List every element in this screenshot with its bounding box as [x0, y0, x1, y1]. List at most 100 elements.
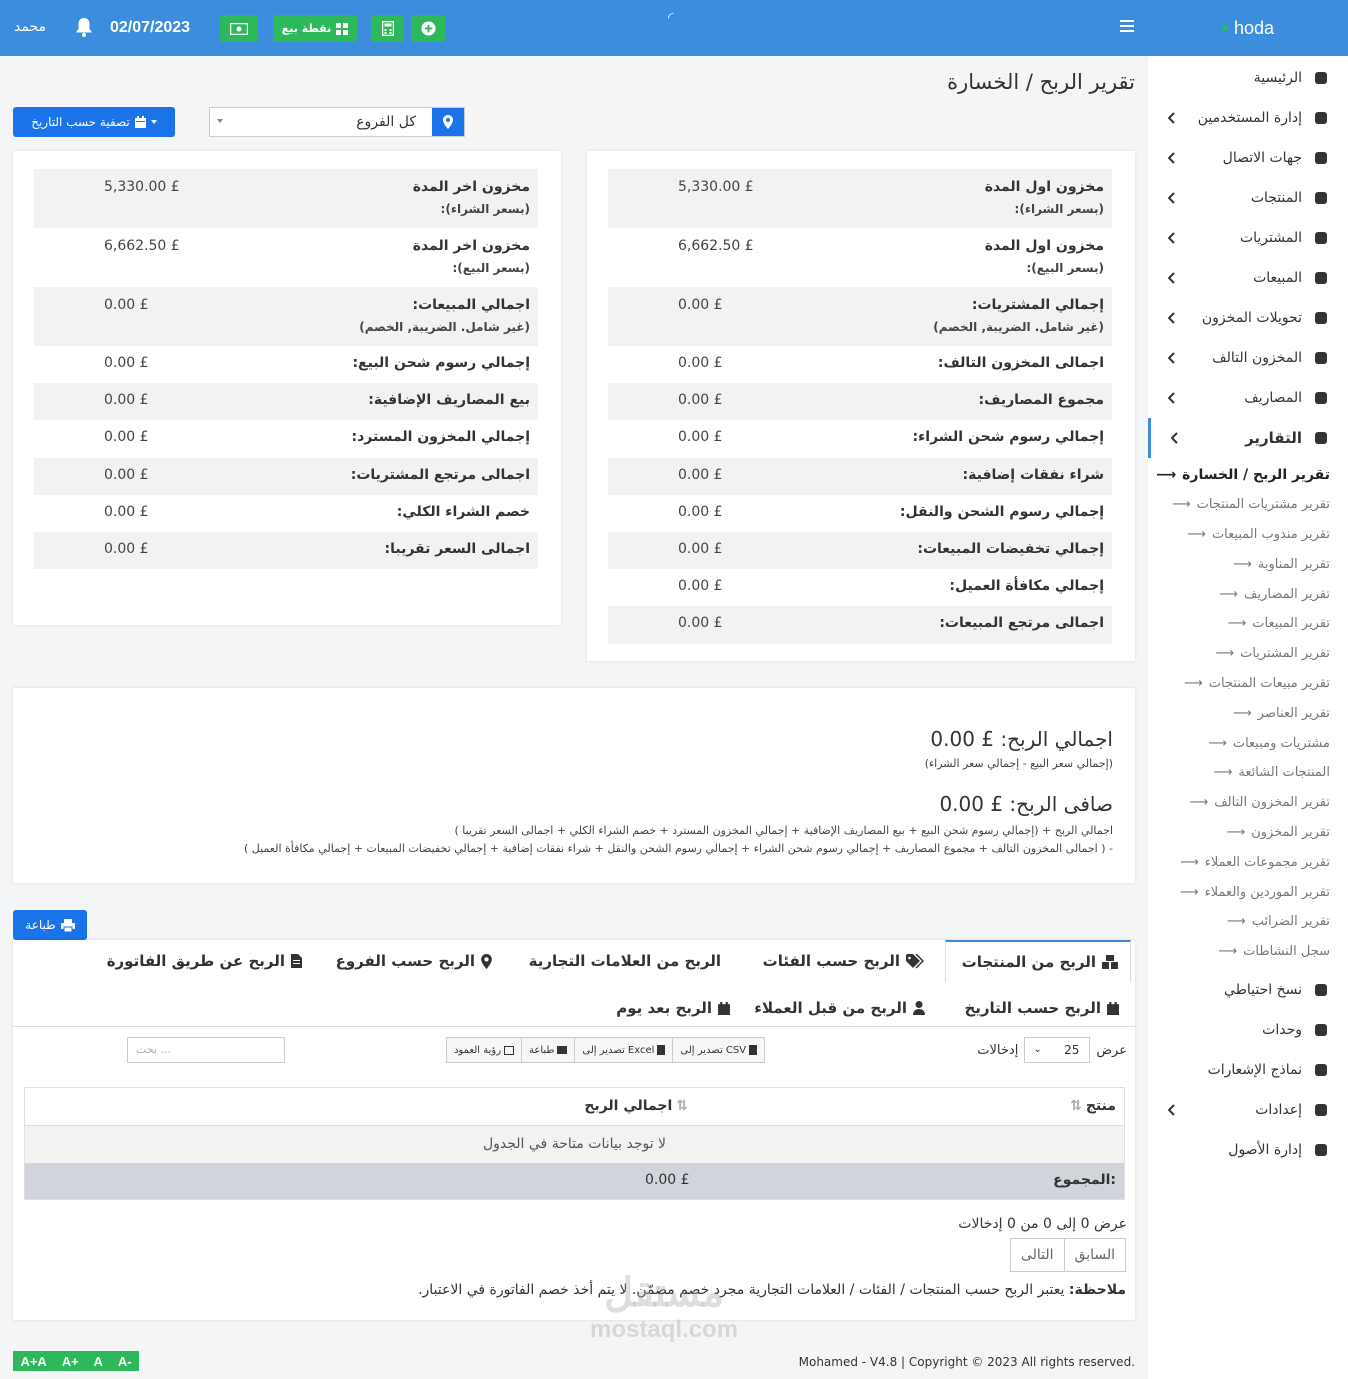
tab-profit-by-date[interactable]: الربح حسب التاريخ — [964, 987, 1119, 1029]
submenu-label: المنتجات الشائعة — [1238, 765, 1330, 781]
sidebar-item[interactable]: الرئيسية — [1148, 58, 1348, 98]
pos-button[interactable]: نقطة بيع — [273, 15, 357, 42]
sidebar-item[interactable]: نماذج الإشعارات — [1148, 1050, 1348, 1090]
reports-submenu-item[interactable]: المنتجات الشائعة ⟶ — [1148, 758, 1348, 788]
copyright: Mohamed - V4.8 | Copyright © 2023 All ri… — [798, 1355, 1135, 1369]
reports-submenu-item[interactable]: تقرير الموردين والعملاء ⟶ — [1148, 877, 1348, 907]
row-label-text: إجمالي رسوم شحن البيع: — [352, 355, 530, 371]
font-size-normal-button[interactable]: A — [94, 1354, 103, 1369]
report-row: اجمالى مرتجع المبيعات: 0.00 £ — [608, 606, 1112, 644]
reports-submenu-item[interactable]: مشتريات ومبيعات ⟶ — [1148, 728, 1348, 758]
bell-icon[interactable] — [74, 16, 94, 38]
export-csv-button[interactable]: تصدير إلى CSV — [673, 1038, 765, 1062]
sidebar-item[interactable]: المنتجات — [1148, 178, 1348, 218]
tab-profit-by-customers[interactable]: الربح من قبل العملاء — [754, 987, 925, 1029]
report-row: مجموع المصاريف: 0.00 £ — [608, 383, 1112, 421]
arrow-left-icon: ⟶ — [1180, 854, 1199, 870]
reports-submenu-item[interactable]: تقرير المصاريف ⟶ — [1148, 579, 1348, 609]
opening-stock-table: مخزون اول المدة (بسعر الشراء): 5,330.00 £ م… — [608, 169, 1112, 644]
cash-register-button[interactable] — [220, 15, 258, 42]
page-title: تقرير الربح / الخسارة — [947, 70, 1135, 94]
font-size-reset-button[interactable]: A+A — [20, 1354, 46, 1369]
calculator-button[interactable] — [371, 15, 404, 42]
reports-submenu-item[interactable]: تقرير الربح / الخسارة ⟶ — [1148, 460, 1348, 490]
row-value: 0.00 £ — [678, 466, 723, 483]
sidebar-item[interactable]: إدارة المستخدمين — [1148, 98, 1348, 138]
cubes-icon — [1102, 955, 1118, 969]
export-excel-button[interactable]: تصدير إلى Excel — [575, 1038, 674, 1062]
sidebar-item[interactable]: التقارير — [1148, 418, 1348, 458]
col-product-header[interactable]: منتج ⇅ — [1070, 1098, 1116, 1114]
report-row: مخزون اول المدة (بسعر البيع): 6,662.50 £ — [608, 228, 1112, 287]
sidebar-item-label: إدارة الأصول — [1228, 1141, 1302, 1158]
sidebar-item[interactable]: تحويلات المخزون — [1148, 298, 1348, 338]
tab-profit-by-invoice[interactable]: الربح عن طريق الفاتورة — [107, 940, 302, 982]
print-icon — [60, 918, 75, 932]
sidebar-item[interactable]: إعدادات — [1148, 1090, 1348, 1130]
reports-submenu-item[interactable]: تقرير الضرائب ⟶ — [1148, 907, 1348, 937]
reports-submenu-item[interactable]: تقرير المشتريات ⟶ — [1148, 639, 1348, 669]
menu-toggle-icon[interactable] — [1120, 20, 1134, 32]
tab-profit-by-brands[interactable]: الربح من العلامات التجارية — [529, 940, 721, 982]
font-size-increase-button[interactable]: A+ — [62, 1354, 79, 1369]
reports-submenu-item[interactable]: تقرير المخزون ⟶ — [1148, 818, 1348, 848]
sidebar-item[interactable]: وحدات — [1148, 1010, 1348, 1050]
envelope-icon — [1312, 1061, 1330, 1079]
tab-profit-by-categories[interactable]: الربح حسب الفئات — [763, 940, 924, 982]
arrow-left-icon: ⟶ — [1215, 646, 1235, 662]
reports-submenu-item[interactable]: سجل النشاطات ⟶ — [1148, 937, 1348, 967]
tab-profit-by-day[interactable]: الربح بعد يوم — [616, 987, 730, 1029]
tab-profit-by-branches[interactable]: الربح حسب الفروع — [336, 940, 492, 982]
date-filter-button[interactable]: تصفية حسب التاريخ — [13, 107, 175, 137]
tab-profit-by-products[interactable]: الربح من المنتجات — [945, 940, 1131, 982]
reports-submenu-item[interactable]: تقرير العناصر ⟶ — [1148, 698, 1348, 728]
row-label-text: اجمالي المبيعات: — [412, 297, 530, 313]
reports-submenu-item[interactable]: تقرير مشتريات المنتجات ⟶ — [1148, 490, 1348, 520]
sidebar-item[interactable]: المصاريف — [1148, 378, 1348, 418]
table-search-input[interactable]: بحث ... — [127, 1037, 285, 1063]
reports-submenu-item[interactable]: تقرير المناوبة ⟶ — [1148, 549, 1348, 579]
reports-submenu-item[interactable]: تقرير المبيعات ⟶ — [1148, 609, 1348, 639]
prev-page-button[interactable]: السابق — [1063, 1239, 1125, 1271]
total-value: 0.00 £ — [645, 1172, 690, 1188]
gross-profit: اجمالي الربح: £ 0.00 — [930, 727, 1113, 751]
sidebar-brand[interactable]: hoda — [1148, 0, 1348, 56]
chevron-down-icon: ⌄ — [1033, 1044, 1042, 1055]
chevron-left-icon — [1168, 392, 1175, 404]
col-profit-header[interactable]: ⇅ اجمالي الربح — [584, 1098, 688, 1114]
sidebar-item[interactable]: نسخ احتياطي — [1148, 970, 1348, 1010]
sidebar-item[interactable]: المشتريات — [1148, 218, 1348, 258]
sidebar-item[interactable]: المبيعات — [1148, 258, 1348, 298]
arrow-left-icon: ⟶ — [1218, 944, 1238, 960]
chevron-left-icon — [1168, 112, 1175, 124]
total-label: المجموع: — [1053, 1172, 1116, 1188]
next-page-button[interactable]: التالى — [1011, 1239, 1064, 1271]
row-label-text: مخزون اخر المدة — [412, 179, 530, 195]
reports-submenu-item[interactable]: تقرير المخزون التالف ⟶ — [1148, 788, 1348, 818]
user-menu[interactable]: محمد — [14, 19, 46, 35]
sidebar-item-label: جهات الاتصال — [1222, 150, 1302, 166]
table-info: عرض 0 إلى 0 من 0 إدخالات — [958, 1216, 1127, 1232]
sidebar-item[interactable]: المخزون التالف — [1148, 338, 1348, 378]
sidebar-item-label: إعدادات — [1255, 1101, 1302, 1118]
submenu-label: سجل النشاطات — [1243, 944, 1330, 960]
user-icon — [913, 1001, 925, 1015]
page-length-select[interactable]: 25 ⌄ — [1024, 1037, 1091, 1063]
sidebar-item[interactable]: جهات الاتصال — [1148, 138, 1348, 178]
reports-submenu-item[interactable]: تقرير مبيعات المنتجات ⟶ — [1148, 669, 1348, 699]
reports-submenu-item[interactable]: تقرير مجموعات العملاء ⟶ — [1148, 847, 1348, 877]
font-size-decrease-button[interactable]: A- — [118, 1354, 132, 1369]
report-row: اجمالى المخزون التالف: 0.00 £ — [608, 346, 1112, 383]
table-print-button[interactable]: طباعة — [522, 1038, 576, 1062]
quick-add-button[interactable] — [411, 15, 445, 42]
sidebar-item[interactable]: إدارة الأصول — [1148, 1130, 1348, 1170]
pos-label: نقطة بيع — [281, 22, 332, 35]
row-label: اجمالى مرتجع المبيعات: — [939, 615, 1104, 643]
arrow-left-icon: ⟶ — [1171, 497, 1191, 513]
row-label: اجمالى مرتجع المشتريات: — [351, 467, 530, 495]
submenu-label: تقرير الربح / الخسارة — [1182, 466, 1330, 483]
print-button[interactable]: طباعة — [13, 910, 87, 940]
reports-submenu-item[interactable]: تقرير مندوب المبيعات ⟶ — [1148, 520, 1348, 550]
branch-select[interactable]: كل الفروع — [209, 107, 465, 137]
column-visibility-button[interactable]: رؤية العمود — [447, 1038, 523, 1062]
